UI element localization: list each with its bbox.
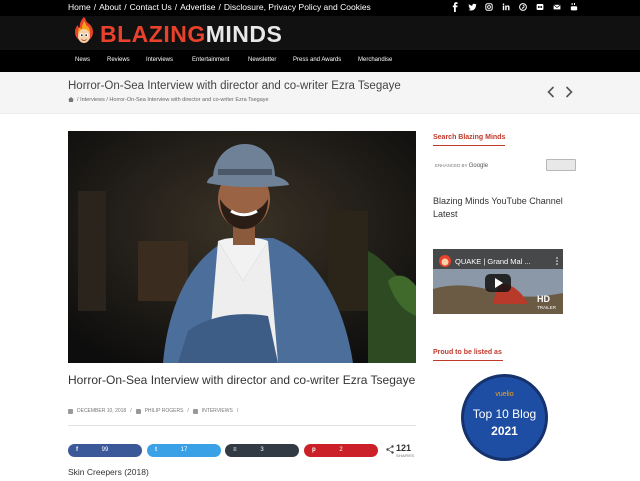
video-trailer-label: TRAILER (537, 305, 557, 310)
top-link-about[interactable]: About (99, 2, 121, 12)
page-title: Horror-On-Sea Interview with director an… (68, 80, 401, 92)
logo-part-blazing: BLAZING (100, 21, 206, 47)
sidebar-proud-heading: Proud to be listed as (433, 349, 502, 356)
sidebar-search-heading: Search Blazing Minds (433, 134, 506, 141)
page-title-band: Horror-On-Sea Interview with director an… (0, 72, 640, 114)
video-hd-badge: HD (537, 294, 550, 304)
article-divider (68, 425, 416, 426)
share-total-count: 121 (396, 443, 412, 453)
calendar-icon (68, 408, 73, 414)
pinterest-icon[interactable] (519, 2, 527, 12)
user-icon (135, 408, 141, 414)
top-link-advertise[interactable]: Advertise (180, 2, 215, 12)
nav-interviews[interactable]: Interviews (146, 57, 173, 63)
nav-reviews[interactable]: Reviews (107, 57, 130, 63)
heading-underline (433, 145, 505, 146)
article-title: Horror-On-Sea Interview with director an… (68, 373, 416, 387)
article-date: DECEMBER 10, 2018 (77, 408, 127, 414)
flickr-icon[interactable] (536, 2, 544, 12)
share-pinterest-button[interactable]: p 2 (304, 444, 378, 457)
brand-header: BLAZINGMINDS (0, 16, 640, 50)
linkedin-icon[interactable] (502, 2, 510, 12)
instagram-icon[interactable] (485, 2, 493, 12)
youtube-video-embed[interactable]: QUAKE | Grand Mal ... HD TRAILER (433, 249, 563, 314)
breadcrumb: / Interviews / Horror-On-Sea Interview w… (68, 97, 269, 103)
breadcrumb-interviews[interactable]: Interviews (80, 97, 105, 103)
search-input[interactable] (546, 159, 576, 171)
badge-line1: Top 10 Blog (472, 407, 537, 421)
folder-icon (192, 408, 198, 414)
share-buffer-button[interactable]: ≡ 3 (225, 444, 299, 457)
breadcrumb-current: Horror-On-Sea Interview with director an… (109, 97, 269, 103)
featured-image (68, 131, 416, 363)
top-link-home[interactable]: Home (68, 2, 91, 12)
video-title: QUAKE | Grand Mal ... (455, 257, 531, 266)
heading-underline (433, 360, 503, 361)
nav-newsletter[interactable]: Newsletter (248, 57, 276, 63)
sidebar-youtube-heading: Blazing Minds YouTube Channel Latest (433, 196, 563, 219)
logo-part-minds: MINDS (205, 21, 283, 47)
share-count: 99 (101, 447, 109, 453)
top-blog-badge[interactable]: vuelio Top 10 Blog 2021 (461, 374, 548, 461)
logo-mascot[interactable] (72, 16, 96, 48)
share-icon (386, 445, 394, 456)
google-logo: Google (468, 163, 489, 169)
top-links: Home / About / Contact Us / Advertise / Disclosu… (68, 2, 371, 12)
top-link-disclosure[interactable]: Disclosure, Privacy Policy and Cookies (224, 2, 371, 12)
main-nav: News Reviews Interviews Entertainment Ne… (0, 50, 640, 72)
facebook-icon[interactable] (451, 2, 459, 13)
top-link-contact[interactable]: Contact Us (130, 2, 172, 12)
nav-news[interactable]: News (75, 57, 90, 63)
top-bar: Home / About / Contact Us / Advertise / Disclosu… (0, 0, 640, 16)
article-subheading: Skin Creepers (2018) (68, 467, 149, 477)
share-count: 2 (339, 447, 343, 453)
next-post-icon[interactable] (565, 86, 573, 101)
share-total-label: SHARES (396, 453, 415, 458)
nav-press-awards[interactable]: Press and Awards (293, 57, 341, 63)
badge-line2: 2021 (491, 424, 518, 438)
article-category[interactable]: INTERVIEWS (202, 408, 233, 414)
social-links (451, 2, 578, 13)
home-icon[interactable] (68, 97, 74, 103)
article-author[interactable]: PHILIP ROGERS (145, 408, 184, 414)
share-count: 17 (180, 447, 188, 453)
email-icon[interactable] (553, 2, 561, 12)
badge-brand: vuelio (495, 391, 514, 398)
prev-post-icon[interactable] (547, 86, 555, 101)
article-meta: DECEMBER 10, 2018 / PHILIP ROGERS / INTE… (68, 408, 238, 414)
google-search-branding: ENHANCED BY Google (435, 163, 489, 169)
nav-entertainment[interactable]: Entertainment (192, 57, 229, 63)
share-twitter-button[interactable]: t 17 (147, 444, 221, 457)
youtube-icon[interactable] (570, 2, 578, 12)
site-logo[interactable]: BLAZINGMINDS (100, 21, 282, 48)
twitter-icon[interactable] (468, 2, 477, 12)
share-count: 3 (260, 447, 264, 453)
share-facebook-button[interactable]: f 99 (68, 444, 142, 457)
nav-merchandise[interactable]: Merchandise (358, 57, 392, 63)
